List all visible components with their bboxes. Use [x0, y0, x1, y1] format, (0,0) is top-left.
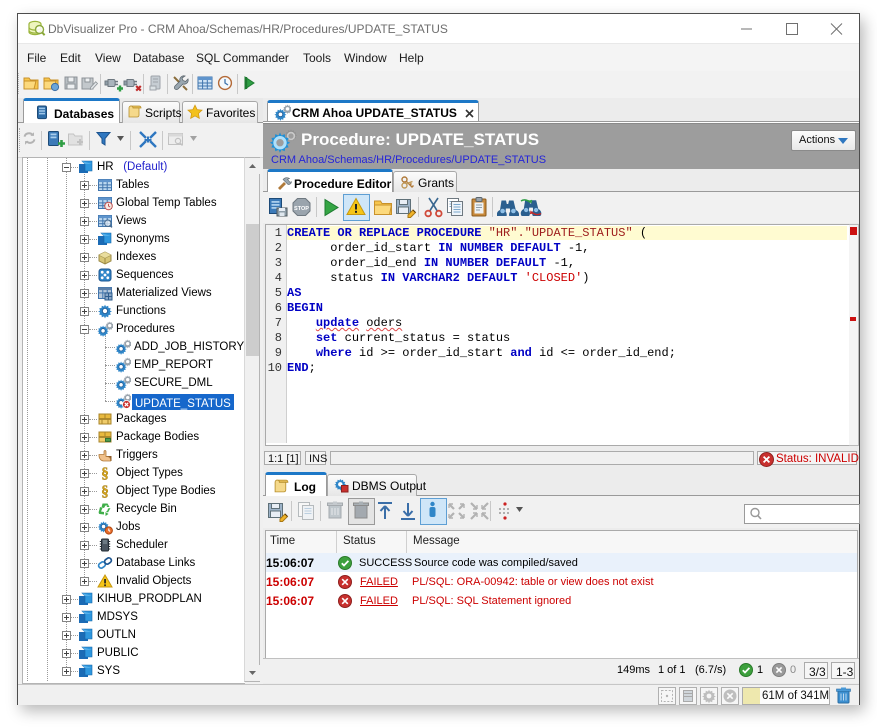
svg-text:§: §: [101, 466, 109, 481]
svg-text:STOP: STOP: [294, 206, 309, 212]
svg-text:§: §: [101, 484, 109, 499]
